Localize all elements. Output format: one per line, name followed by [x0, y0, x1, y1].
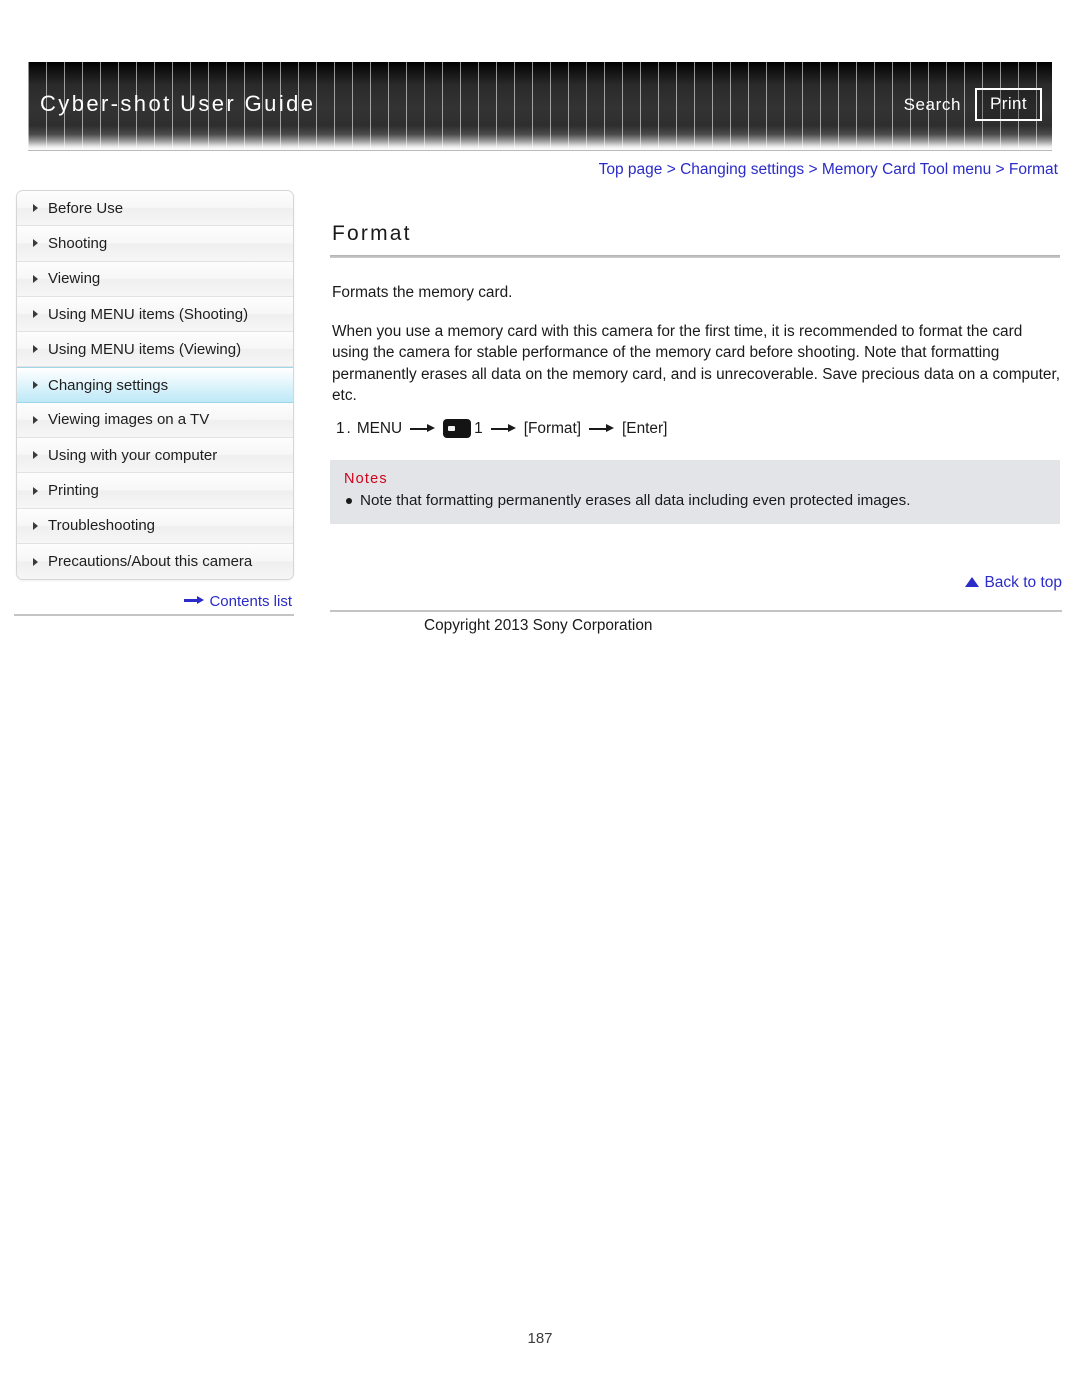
page-title: Format	[332, 222, 412, 245]
chevron-right-icon	[33, 239, 38, 248]
chevron-right-icon	[33, 204, 38, 213]
lead-paragraph: Formats the memory card.	[332, 284, 513, 301]
search-link[interactable]: Search	[904, 95, 961, 115]
chevron-right-icon	[33, 557, 38, 566]
page-number: 187	[527, 1330, 553, 1347]
breadcrumb[interactable]: Top page > Changing settings > Memory Ca…	[599, 161, 1058, 179]
sidebar-item-label: Troubleshooting	[48, 517, 156, 535]
notes-box: Notes Note that formatting permanently e…	[330, 459, 1060, 524]
menu-label: MENU	[356, 419, 403, 437]
footer-divider	[330, 610, 1062, 612]
menu-step-line: 1. MENU 1 [Format] [Enter]	[336, 416, 1062, 442]
back-to-top-link[interactable]: Back to top	[330, 574, 1062, 592]
site-title: Cyber-shot User Guide	[40, 91, 316, 116]
sidebar-item-label: Changing settings	[48, 376, 169, 394]
sidebar-item-label: Viewing images on a TV	[48, 411, 210, 429]
back-to-top-label: Back to top	[984, 573, 1062, 591]
chevron-right-icon	[33, 274, 38, 283]
sidebar-item-using-menu-items-shooting[interactable]: Using MENU items (Shooting)	[17, 296, 293, 333]
chevron-right-icon	[33, 486, 38, 495]
sidebar-item-printing[interactable]: Printing	[17, 473, 293, 509]
header-divider	[28, 150, 1052, 151]
print-button[interactable]: Print	[975, 88, 1042, 121]
sidebar-bottom-divider	[14, 614, 294, 616]
arrow-right-icon	[589, 424, 615, 433]
triangle-up-icon	[965, 576, 980, 587]
chevron-right-icon	[33, 345, 38, 354]
arrow-right-icon	[184, 596, 205, 605]
sidebar-item-shooting[interactable]: Shooting	[17, 226, 293, 262]
sidebar-item-viewing-images-on-a-tv[interactable]: Viewing images on a TV	[17, 402, 293, 439]
sidebar-item-label: Viewing	[48, 270, 101, 288]
sidebar-item-viewing[interactable]: Viewing	[17, 261, 293, 297]
copyright-text: Copyright 2013 Sony Corporation	[424, 617, 653, 634]
memory-card-tool-icon	[443, 419, 472, 438]
sidebar-item-before-use[interactable]: Before Use	[17, 191, 293, 227]
chevron-right-icon	[33, 521, 38, 530]
sidebar-item-label: Using MENU items (Viewing)	[48, 340, 242, 358]
sidebar-nav: Before Use Shooting Viewing Using MENU i…	[16, 190, 294, 581]
notes-title: Notes	[344, 470, 388, 487]
sidebar-item-label: Before Use	[48, 199, 124, 217]
main-content: Format Formats the memory card. When you…	[330, 222, 1062, 592]
chevron-right-icon	[33, 381, 38, 390]
step-number: 1.	[336, 419, 353, 437]
header-actions: Search Print	[904, 88, 1042, 121]
notes-item: Note that formatting permanently erases …	[346, 491, 1060, 511]
chevron-right-icon	[33, 415, 38, 424]
sidebar-item-label: Shooting	[48, 234, 108, 252]
sidebar-item-troubleshooting[interactable]: Troubleshooting	[17, 508, 293, 544]
sidebar-item-label: Precautions/About this camera	[48, 553, 253, 571]
sidebar-item-using-menu-items-viewing[interactable]: Using MENU items (Viewing)	[17, 332, 293, 368]
sidebar-item-label: Printing	[48, 482, 99, 500]
sidebar-item-using-with-your-computer[interactable]: Using with your computer	[17, 438, 293, 474]
sidebar-item-precautions-about-this-camera[interactable]: Precautions/About this camera	[17, 543, 293, 580]
enter-label: [Enter]	[622, 419, 668, 437]
sidebar-item-label: Using with your computer	[48, 446, 218, 464]
sidebar-item-changing-settings[interactable]: Changing settings	[17, 367, 293, 403]
tab-number: 1	[474, 419, 483, 437]
site-header: Cyber-shot User Guide Search Print	[28, 62, 1052, 150]
contents-list-link[interactable]: Contents list	[16, 593, 292, 610]
title-divider	[330, 255, 1060, 258]
chevron-right-icon	[33, 451, 38, 460]
arrow-right-icon	[410, 424, 436, 433]
chevron-right-icon	[33, 310, 38, 319]
body-paragraph: When you use a memory card with this cam…	[332, 322, 1061, 405]
option-label: [Format]	[523, 419, 582, 437]
sidebar-item-label: Using MENU items (Shooting)	[48, 305, 249, 323]
contents-list-label: Contents list	[209, 593, 292, 610]
arrow-right-icon	[490, 424, 516, 433]
